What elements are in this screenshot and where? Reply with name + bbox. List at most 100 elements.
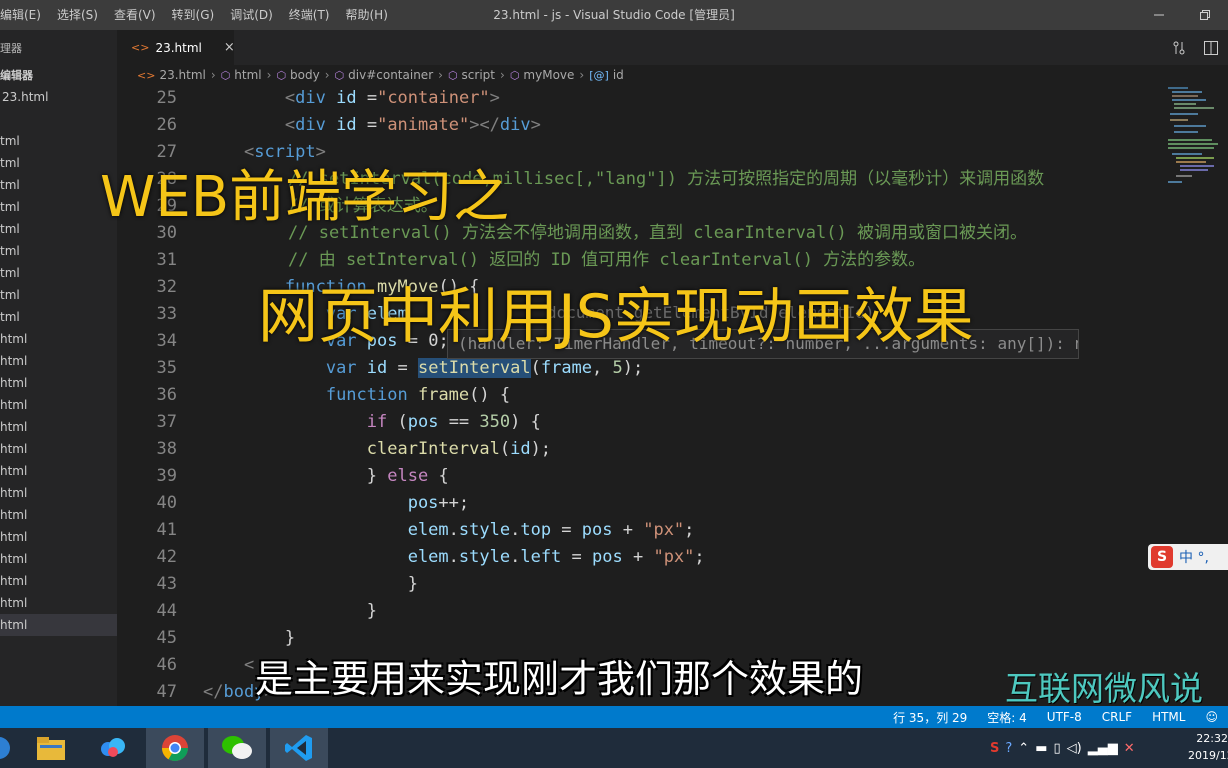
code-line: <div id ="animate"></div>: [284, 115, 541, 135]
file-item-active[interactable]: html: [0, 614, 117, 636]
breadcrumb-id[interactable]: [@] id: [589, 68, 624, 82]
file-item[interactable]: html: [0, 504, 117, 526]
file-item[interactable]: tml: [0, 240, 117, 262]
file-item[interactable]: html: [0, 372, 117, 394]
file-item[interactable]: html: [0, 548, 117, 570]
breadcrumb-container[interactable]: ⬡ div#container: [335, 68, 434, 82]
tab-bar: <> 23.html ×: [117, 30, 1228, 65]
minimap-line: [1168, 139, 1212, 141]
notification-icon[interactable]: ✕: [1124, 741, 1135, 756]
minimap-line: [1176, 175, 1192, 177]
breadcrumb-html[interactable]: ⬡ html: [221, 68, 262, 82]
code-line: clearInterval(id);: [366, 439, 552, 459]
volume-icon[interactable]: ◁): [1067, 741, 1082, 756]
help-icon[interactable]: ?: [1005, 741, 1012, 756]
line-number: 32: [156, 277, 177, 297]
battery-icon[interactable]: ▯: [1053, 741, 1060, 756]
signal-icon[interactable]: ▂▄▆: [1088, 741, 1118, 756]
end-of-line[interactable]: CRLF: [1092, 710, 1142, 724]
breadcrumb-script[interactable]: ⬡ script: [448, 68, 495, 82]
element-icon: ⬡: [334, 68, 345, 82]
wechat-icon: [222, 736, 252, 759]
menu-debug[interactable]: 调试(D): [222, 0, 281, 30]
explorer-sidebar: 理器 编辑器 23.html tml tml tml tml tml tml t…: [0, 30, 117, 706]
minimize-icon: [1154, 14, 1164, 16]
menu-selection[interactable]: 选择(S): [49, 0, 106, 30]
minimize-button[interactable]: [1136, 0, 1182, 30]
file-item[interactable]: tml: [0, 306, 117, 328]
function-icon: ⬡: [509, 68, 520, 82]
cursor-position[interactable]: 行 35，列 29: [883, 709, 977, 726]
line-number: 47: [156, 682, 177, 702]
menu-terminal[interactable]: 终端(T): [281, 0, 338, 30]
breadcrumb-mymove[interactable]: ⬡ myMove: [510, 68, 575, 82]
feedback-icon[interactable]: ☺: [1195, 710, 1228, 724]
file-item[interactable]: html: [0, 570, 117, 592]
file-item[interactable]: html: [0, 482, 117, 504]
breadcrumb-file[interactable]: <> 23.html: [137, 68, 206, 82]
windows-taskbar: S ? ⌃ ▬ ▯ ◁) ▂▄▆ ✕ 22:32 2019/12: [0, 728, 1228, 768]
menu-edit[interactable]: 编辑(E): [0, 0, 49, 30]
split-editor-icon[interactable]: [1204, 40, 1218, 55]
ime-indicator[interactable]: S 中 °,: [1148, 544, 1228, 570]
language-mode[interactable]: HTML: [1142, 710, 1195, 724]
line-number: 44: [156, 601, 177, 621]
close-icon[interactable]: ×: [224, 40, 235, 55]
file-item[interactable]: html: [0, 416, 117, 438]
line-number: 31: [156, 250, 177, 270]
line-number: 35: [156, 358, 177, 378]
breadcrumb-label: body: [290, 68, 320, 82]
element-icon: ⬡: [220, 68, 231, 82]
taskbar-vscode[interactable]: [270, 728, 328, 768]
system-clock[interactable]: 22:32 2019/12: [1188, 730, 1228, 764]
open-editors-header[interactable]: 编辑器: [0, 67, 33, 83]
minimap[interactable]: [1162, 85, 1228, 706]
file-item[interactable]: html: [0, 350, 117, 372]
file-item[interactable]: html: [0, 460, 117, 482]
file-item[interactable]: html: [0, 438, 117, 460]
file-item[interactable]: tml: [0, 130, 117, 152]
minimap-line: [1170, 119, 1188, 121]
minimap-line: [1172, 153, 1202, 155]
breadcrumb-label: html: [234, 68, 262, 82]
channel-watermark: 互联网微风说: [1005, 669, 1203, 708]
menu-goto[interactable]: 转到(G): [164, 0, 223, 30]
minimap-line: [1172, 99, 1206, 101]
line-number: 46: [156, 655, 177, 675]
line-number: 42: [156, 547, 177, 567]
taskbar-wechat[interactable]: [208, 728, 266, 768]
indentation[interactable]: 空格: 4: [977, 709, 1037, 726]
code-line: function frame() {: [325, 385, 511, 405]
minimap-line: [1168, 147, 1214, 149]
video-subtitle: 是主要用来实现刚才我们那个效果的: [255, 657, 864, 701]
file-encoding[interactable]: UTF-8: [1037, 710, 1092, 724]
menu-view[interactable]: 查看(V): [106, 0, 164, 30]
restore-icon: [1200, 10, 1210, 20]
chrome-icon: [161, 735, 189, 762]
sogou-ime-icon: S: [1151, 546, 1173, 568]
chevron-up-icon[interactable]: ⌃: [1018, 741, 1029, 756]
taskbar-file-explorer[interactable]: [22, 728, 80, 768]
app-icon: [0, 737, 10, 759]
file-item[interactable]: html: [0, 328, 117, 350]
chevron-right-icon: ›: [500, 68, 505, 82]
maximize-button[interactable]: [1182, 0, 1228, 30]
file-item[interactable]: tml: [0, 262, 117, 284]
code-line: pos++;: [407, 493, 470, 513]
tab-23-html[interactable]: <> 23.html ×: [117, 30, 235, 65]
menu-help[interactable]: 帮助(H): [338, 0, 396, 30]
network-icon[interactable]: ▬: [1035, 741, 1047, 756]
breadcrumb-body[interactable]: ⬡ body: [276, 68, 319, 82]
file-item[interactable]: html: [0, 592, 117, 614]
file-item[interactable]: tml: [0, 284, 117, 306]
file-item[interactable]: html: [0, 526, 117, 548]
line-number: 25: [156, 88, 177, 108]
status-bar-right: 行 35，列 29 空格: 4 UTF-8 CRLF HTML ☺: [883, 706, 1228, 728]
taskbar-baidu-netdisk[interactable]: [84, 728, 142, 768]
sogou-tray-icon[interactable]: S: [990, 741, 999, 756]
open-editor-item[interactable]: 23.html: [2, 90, 48, 104]
file-item[interactable]: html: [0, 394, 117, 416]
taskbar-chrome[interactable]: [146, 728, 204, 768]
open-changes-icon[interactable]: [1172, 41, 1186, 55]
line-number: 40: [156, 493, 177, 513]
